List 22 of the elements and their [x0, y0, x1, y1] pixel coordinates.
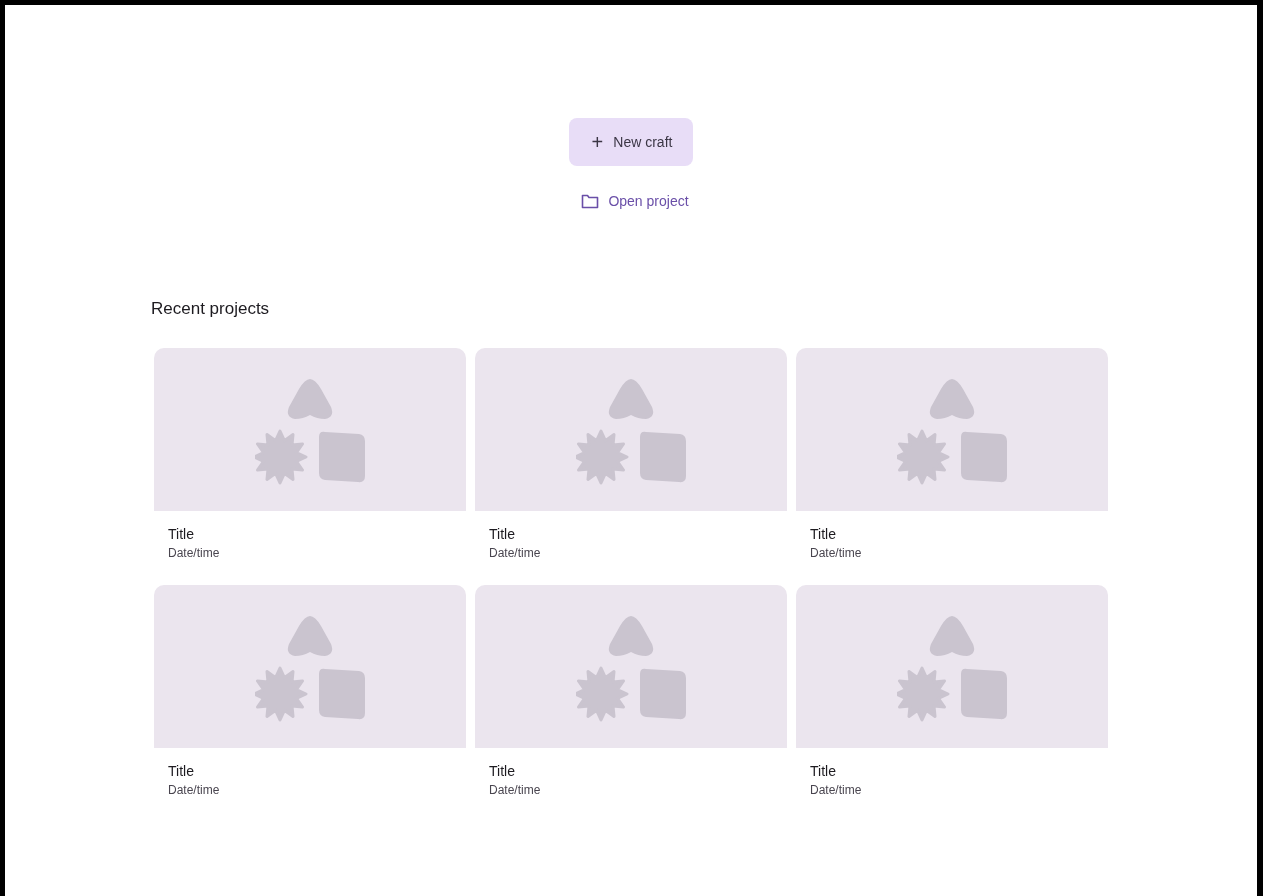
project-date: Date/time — [489, 546, 541, 562]
project-thumbnail[interactable] — [796, 348, 1108, 511]
project-title: Title — [489, 526, 515, 542]
project-thumbnail[interactable] — [154, 585, 466, 748]
project-date: Date/time — [168, 783, 220, 799]
project-thumbnail[interactable] — [154, 348, 466, 511]
project-date: Date/time — [810, 783, 862, 799]
project-title: Title — [168, 763, 194, 779]
folder-icon — [581, 193, 600, 209]
project-title: Title — [810, 763, 836, 779]
project-date: Date/time — [168, 546, 220, 562]
open-project-link[interactable]: Open project — [581, 193, 689, 209]
project-thumbnail[interactable] — [796, 585, 1108, 748]
section-heading: Recent projects — [151, 299, 270, 319]
project-title: Title — [168, 526, 194, 542]
new-craft-button[interactable]: + New craft — [568, 118, 694, 166]
project-date: Date/time — [810, 546, 862, 562]
project-title: Title — [489, 763, 515, 779]
project-title: Title — [810, 526, 836, 542]
project-date: Date/time — [489, 783, 541, 799]
project-thumbnail[interactable] — [475, 348, 787, 511]
project-thumbnail[interactable] — [475, 585, 787, 748]
